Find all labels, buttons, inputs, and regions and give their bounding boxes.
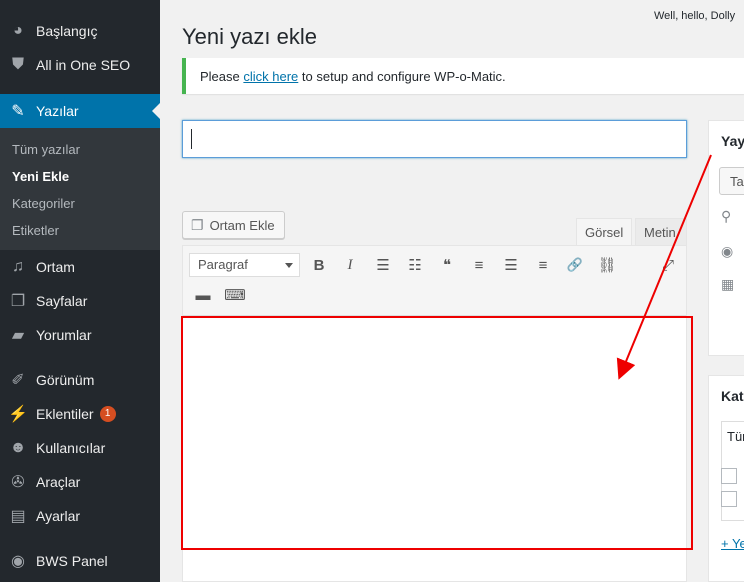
categories-box-title: Kategoriler xyxy=(721,388,744,404)
menu-item-tools[interactable]: ✇ Araçlar xyxy=(0,465,160,499)
annotation-highlight-box xyxy=(181,316,693,550)
comments-icon: ▰ xyxy=(11,327,25,344)
active-indicator xyxy=(152,103,160,119)
pages-icon: ❐ xyxy=(10,293,26,310)
publish-box: Yayımla Taslak ⚲ ◉ ▦ xyxy=(708,120,744,356)
align-center-icon[interactable]: ☰ xyxy=(497,251,525,279)
posts-submenu: Tüm yazılar Yeni Ekle Kategoriler Etiket… xyxy=(0,128,160,250)
admin-sidebar: ◕ Başlangıç ⛊ All in One SEO ✎ Yazılar T… xyxy=(0,0,160,582)
menu-label: BWS Panel xyxy=(36,553,108,569)
pin-icon: ✎ xyxy=(11,103,25,120)
notice-text-before: Please xyxy=(200,69,244,84)
menu-item-posts[interactable]: ✎ Yazılar xyxy=(0,94,160,128)
blockquote-icon[interactable]: ❝ xyxy=(433,251,461,279)
bold-icon[interactable]: B xyxy=(305,251,333,279)
menu-label: Yazılar xyxy=(36,103,79,119)
menu-item-comments[interactable]: ▰ Yorumlar xyxy=(0,318,160,352)
format-select[interactable]: Paragraf xyxy=(189,253,300,277)
menu-item-plugins[interactable]: ⚡ Eklentiler 1 xyxy=(0,397,160,431)
submenu-all-posts[interactable]: Tüm yazılar xyxy=(12,142,80,157)
category-checkbox[interactable] xyxy=(721,468,737,484)
notice-text-after: to setup and configure WP-o-Matic. xyxy=(298,69,506,84)
bws-icon: ◉ xyxy=(11,553,25,570)
menu-item-pages[interactable]: ❐ Sayfalar xyxy=(0,284,160,318)
read-more-icon[interactable]: ▬ xyxy=(189,281,217,309)
menu-label: All in One SEO xyxy=(36,57,131,73)
settings-icon: ▤ xyxy=(10,508,26,525)
categories-box: Kategoriler Tüm kategoriler + Yeni kateg… xyxy=(708,375,744,582)
menu-label: Görünüm xyxy=(36,372,95,388)
tools-icon: ✇ xyxy=(11,474,25,491)
save-draft-button[interactable]: Taslak xyxy=(719,167,744,195)
link-icon[interactable]: 🔗 xyxy=(561,251,589,279)
bullet-list-icon[interactable]: ☰ xyxy=(369,251,397,279)
menu-label: Eklentiler xyxy=(36,406,94,422)
menu-item-bws-panel[interactable]: ◉ BWS Panel xyxy=(0,544,160,578)
menu-label: Ortam xyxy=(36,259,75,275)
update-count-badge: 1 xyxy=(99,406,116,422)
calendar-icon: ▦ xyxy=(721,276,735,292)
appearance-icon: ✐ xyxy=(11,372,25,389)
tab-visual[interactable]: Görsel xyxy=(576,218,632,246)
pin-icon: ⚲ xyxy=(721,208,732,224)
camera-music-icon: ❐ xyxy=(191,216,204,233)
submenu-add-new[interactable]: Yeni Ekle xyxy=(12,169,69,184)
menu-label: Sayfalar xyxy=(36,293,88,309)
menu-label: Ayarlar xyxy=(36,508,81,524)
plugin-notice: Please click here to setup and configure… xyxy=(182,58,744,94)
account-greeting[interactable]: Well, hello, Dolly xyxy=(654,10,735,22)
publish-box-title: Yayımla xyxy=(721,133,744,149)
submenu-tags[interactable]: Etiketler xyxy=(12,223,59,238)
submenu-categories[interactable]: Kategoriler xyxy=(12,196,75,211)
menu-item-media[interactable]: ♫ Ortam xyxy=(0,250,160,284)
users-icon: ☻ xyxy=(9,439,27,456)
italic-icon[interactable]: I xyxy=(336,251,364,279)
align-left-icon[interactable]: ≡ xyxy=(465,251,493,279)
menu-item-users[interactable]: ☻ Kullanıcılar xyxy=(0,431,160,465)
eye-icon: ◉ xyxy=(721,243,734,259)
menu-label: Yorumlar xyxy=(36,327,92,343)
menu-item-dashboard[interactable]: ◕ Başlangıç xyxy=(0,14,160,48)
menu-item-seo[interactable]: ⛊ All in One SEO xyxy=(0,48,160,82)
fullscreen-icon[interactable]: ⤢ xyxy=(654,251,682,279)
notice-link[interactable]: click here xyxy=(243,69,298,84)
align-right-icon[interactable]: ≡ xyxy=(529,251,557,279)
shield-icon: ⛊ xyxy=(11,56,24,73)
plugins-icon: ⚡ xyxy=(8,406,28,423)
menu-label: Kullanıcılar xyxy=(36,440,106,456)
post-title-input[interactable] xyxy=(182,120,687,158)
add-new-category-link[interactable]: + Yeni kategori ekle xyxy=(721,536,744,551)
page-title: Yeni yazı ekle xyxy=(182,24,317,49)
editor-toolbar: Paragraf B I ☰ ☷ ❝ ≡ ☰ ≡ 🔗 ⛓ ⤢ ▬ ⌨ xyxy=(183,246,686,316)
add-media-button[interactable]: ❐ Ortam Ekle xyxy=(182,211,285,239)
media-icon: ♫ xyxy=(12,258,24,275)
dashboard-icon: ◕ xyxy=(13,22,23,39)
category-checkbox[interactable] xyxy=(721,491,737,507)
add-media-label: Ortam Ekle xyxy=(209,217,275,233)
text-caret xyxy=(191,129,192,149)
tab-text[interactable]: Metin xyxy=(635,218,687,246)
menu-item-settings[interactable]: ▤ Ayarlar xyxy=(0,499,160,533)
menu-label: Başlangıç xyxy=(36,23,98,39)
keyboard-icon[interactable]: ⌨ xyxy=(221,281,249,309)
menu-item-appearance[interactable]: ✐ Görünüm xyxy=(0,363,160,397)
format-select-value: Paragraf xyxy=(198,257,248,272)
chevron-down-icon xyxy=(285,263,293,268)
tab-all-categories[interactable]: Tüm kategoriler xyxy=(727,429,744,444)
numbered-list-icon[interactable]: ☷ xyxy=(401,251,429,279)
menu-label: Araçlar xyxy=(36,474,81,490)
unlink-icon[interactable]: ⛓ xyxy=(593,251,621,279)
